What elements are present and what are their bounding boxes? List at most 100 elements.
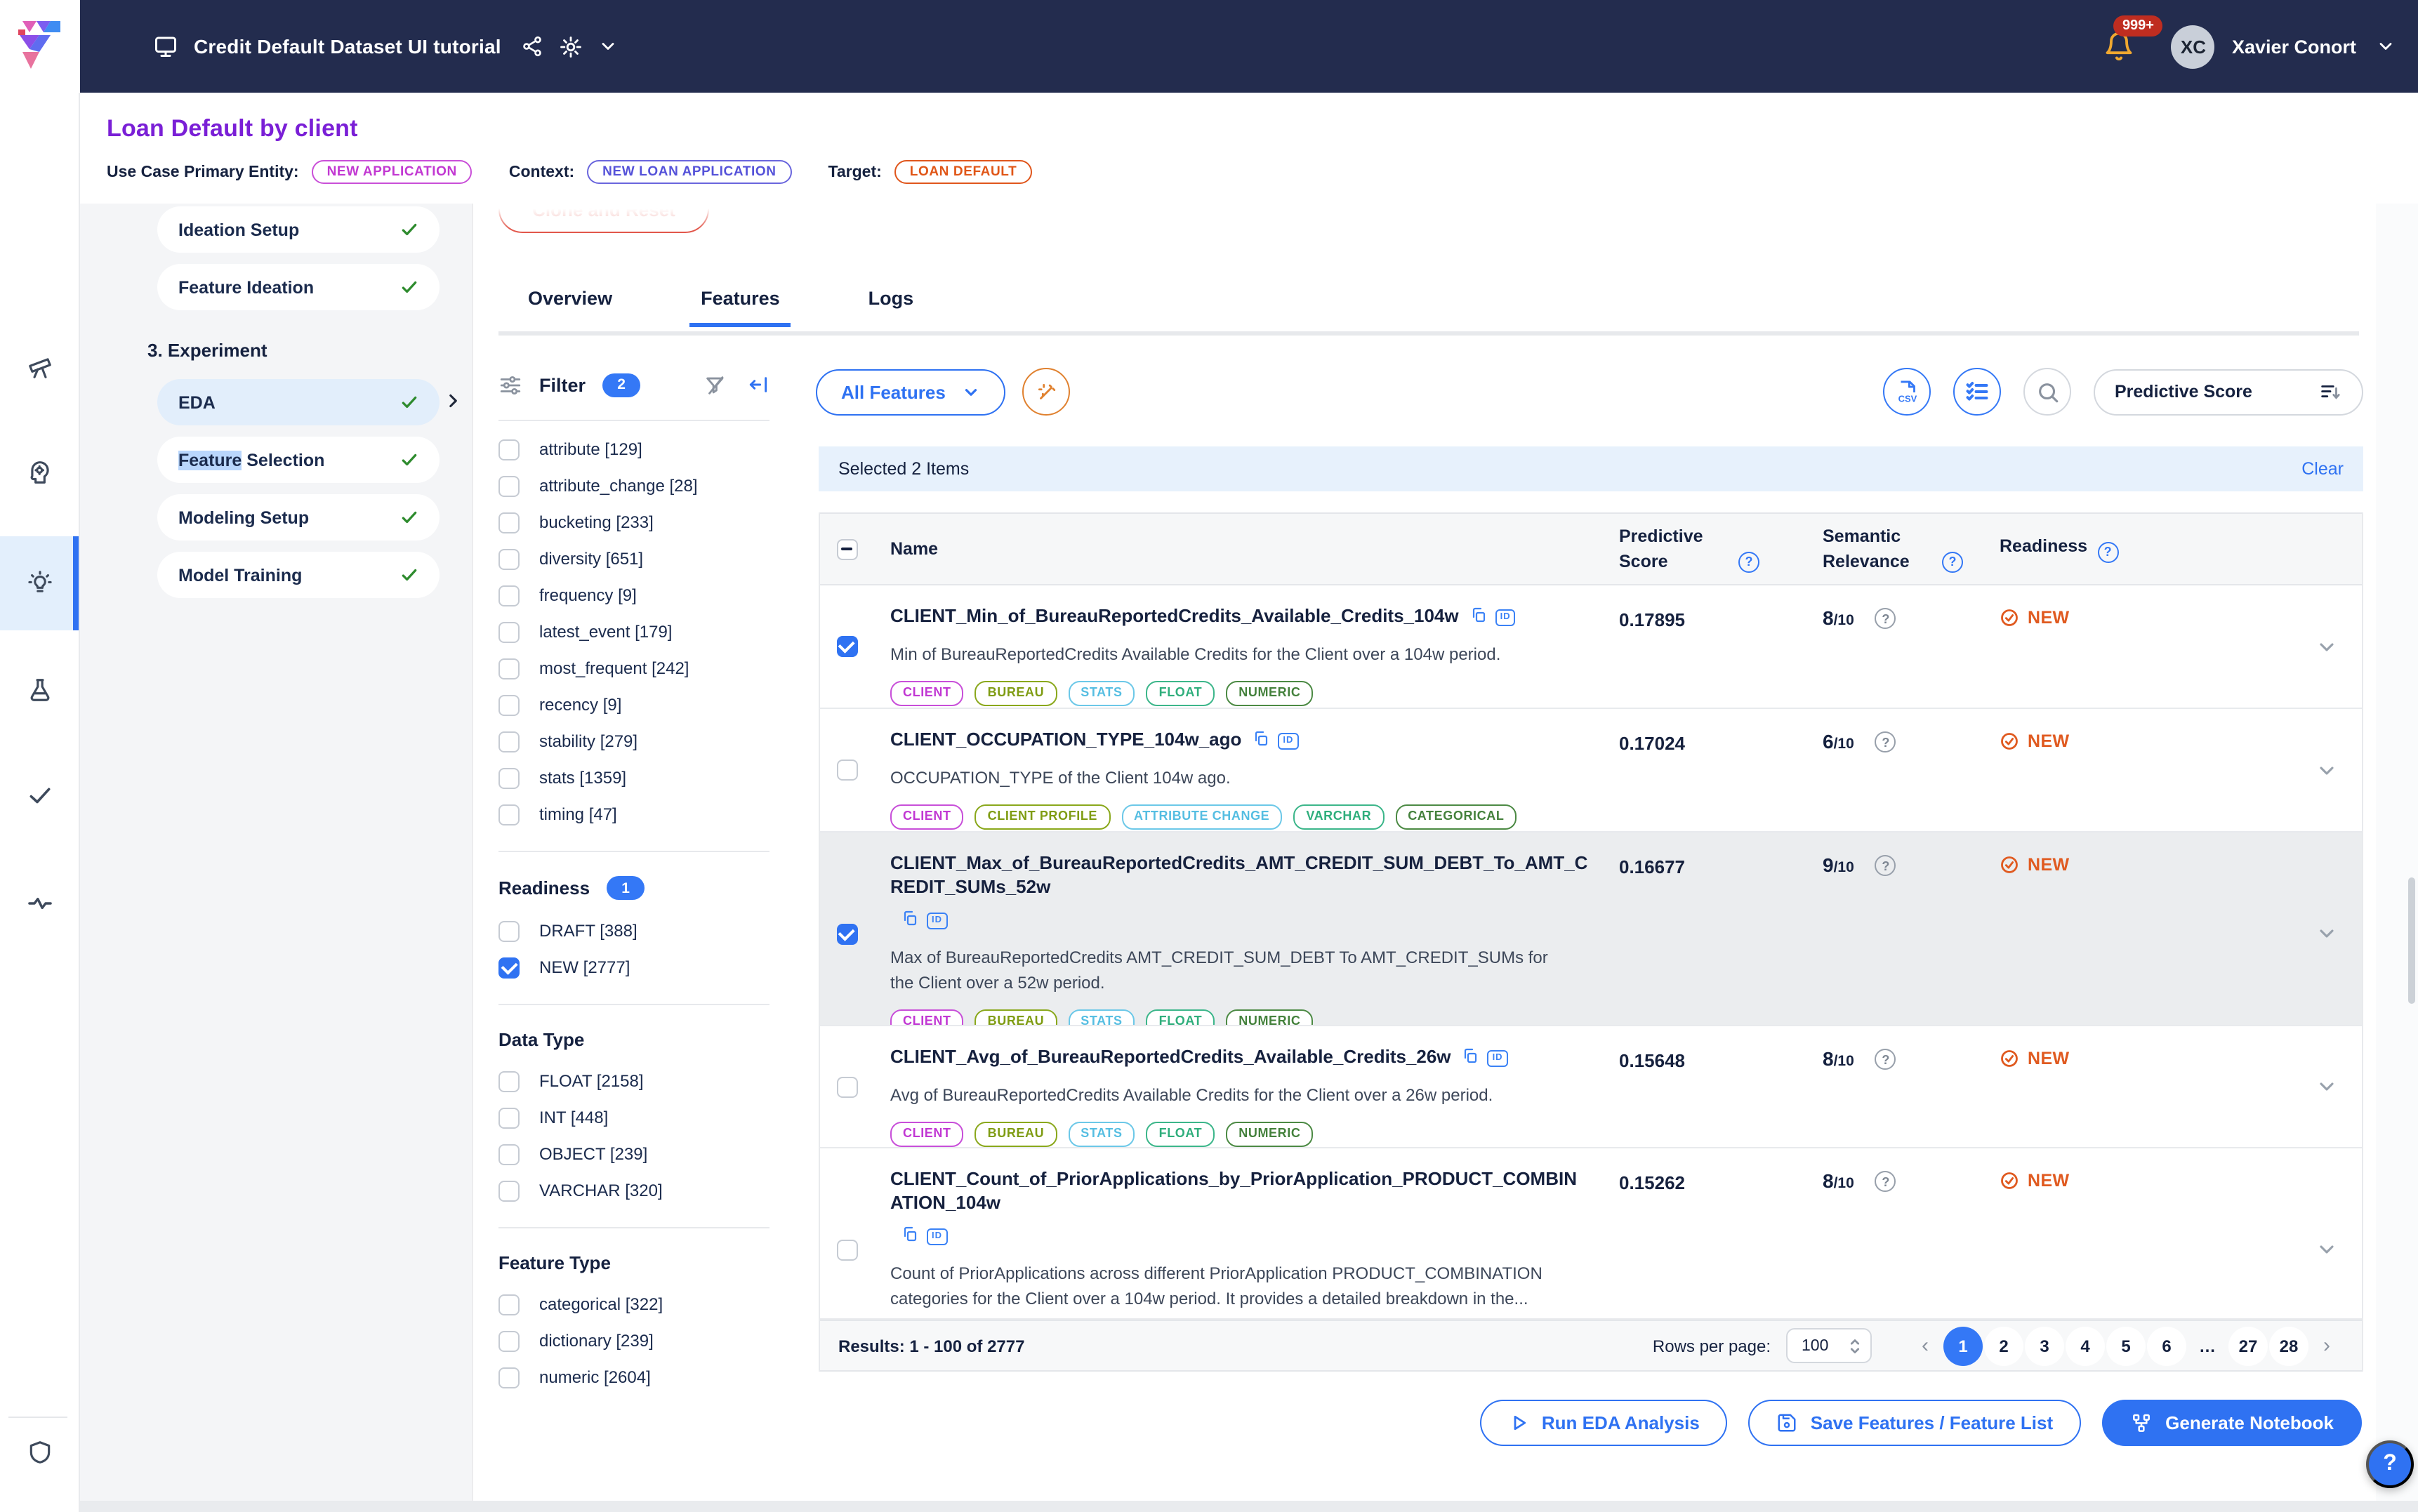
telescope-icon[interactable] [0,343,79,390]
next-page-button[interactable]: › [2310,1326,2344,1365]
help-icon[interactable]: ? [1738,552,1759,573]
previous-page-button[interactable]: ‹ [1908,1326,1942,1365]
collapse-filter-icon[interactable] [747,373,769,396]
filter-checkbox[interactable] [498,1294,520,1315]
copy-icon[interactable] [901,1224,918,1249]
filter-checkbox[interactable] [498,1367,520,1388]
id-icon[interactable]: ID [1495,610,1516,627]
filter-checkbox[interactable] [498,439,520,460]
page-button-3[interactable]: 3 [2025,1326,2064,1365]
id-icon[interactable]: ID [1278,734,1298,750]
filter-option[interactable]: numeric [2604] [498,1359,769,1395]
filter-option[interactable]: attribute [129] [498,431,769,467]
id-icon[interactable]: ID [1488,1051,1508,1068]
chevron-right-icon[interactable] [444,392,462,410]
shield-icon[interactable] [0,1428,79,1475]
filter-option[interactable]: OBJECT [239] [498,1136,769,1172]
copy-icon[interactable] [1253,730,1269,754]
clear-filters-icon[interactable] [703,373,727,397]
sidebar-item-eda[interactable]: EDA [157,379,440,425]
filter-option[interactable]: INT [448] [498,1099,769,1136]
filter-option[interactable]: FLOAT [2158] [498,1063,769,1099]
avatar[interactable]: XC [2172,25,2215,68]
copy-icon[interactable] [1470,606,1487,630]
clone-and-reset-button[interactable]: Clone and Reset [498,204,709,233]
filter-checkbox[interactable] [498,1107,520,1128]
export-csv-button[interactable]: CSV [1883,368,1931,416]
run-eda-analysis-button[interactable]: Run EDA Analysis [1480,1400,1728,1446]
filter-checkbox[interactable] [498,694,520,715]
id-icon[interactable]: ID [927,1228,947,1245]
clear-selection-link[interactable]: Clear [2301,459,2344,479]
question-icon[interactable]: ? [1875,855,1896,876]
row-expand-chevron[interactable] [2290,833,2362,1026]
row-expand-chevron[interactable] [2290,709,2362,831]
help-icon[interactable]: ? [1942,552,1963,573]
filter-option[interactable]: DRAFT [388] [498,913,769,949]
table-row[interactable]: CLIENT_Min_of_BureauReportedCredits_Avai… [820,585,2362,709]
table-row[interactable]: CLIENT_Count_of_PriorApplications_by_Pri… [820,1148,2362,1320]
row-expand-chevron[interactable] [2290,585,2362,708]
feature-scope-dropdown[interactable]: All Features [816,369,1006,415]
feature-checkbox[interactable] [836,760,857,781]
row-expand-chevron[interactable] [2290,1026,2362,1148]
tab-logs[interactable]: Logs [857,288,925,327]
filter-option[interactable]: latest_event [179] [498,614,769,650]
user-name[interactable]: Xavier Conort [2232,36,2356,57]
filter-checkbox[interactable] [498,1330,520,1351]
filter-checkbox[interactable] [498,1143,520,1165]
filter-option[interactable]: recency [9] [498,687,769,723]
filter-checkbox[interactable] [498,658,520,679]
notifications-bell[interactable]: 999+ [2104,31,2135,62]
filter-checkbox[interactable] [498,767,520,788]
generate-notebook-button[interactable]: Generate Notebook [2102,1400,2362,1446]
filter-checkbox[interactable] [498,804,520,825]
feature-checkbox[interactable] [836,636,857,657]
page-button-1[interactable]: 1 [1943,1326,1983,1365]
activity-icon[interactable] [0,879,79,927]
copy-icon[interactable] [1462,1047,1479,1071]
feature-checkbox[interactable] [836,923,857,944]
save-features-button[interactable]: Save Features / Feature List [1749,1400,2081,1446]
filter-option[interactable]: bucketing [233] [498,504,769,541]
page-button-5[interactable]: 5 [2106,1326,2146,1365]
filter-checkbox[interactable] [498,1070,520,1092]
select-all-checkbox[interactable] [836,538,857,559]
copy-icon[interactable] [901,908,918,934]
feature-checkbox[interactable] [836,1239,857,1260]
filter-option[interactable]: timing [47] [498,796,769,833]
filter-option[interactable]: frequency [9] [498,577,769,614]
filter-checkbox[interactable] [498,957,520,978]
row-expand-chevron[interactable] [2290,1148,2362,1320]
scrollbar-thumb[interactable] [2408,877,2415,1004]
checklist-button[interactable] [1953,368,2001,416]
help-button[interactable]: ? [2366,1440,2414,1488]
sidebar-item-ideation-setup[interactable]: Ideation Setup [157,206,440,253]
table-row[interactable]: CLIENT_Max_of_BureauReportedCredits_AMT_… [820,833,2362,1026]
question-icon[interactable]: ? [1875,608,1896,629]
filter-checkbox[interactable] [498,621,520,642]
filter-checkbox[interactable] [498,585,520,606]
filter-checkbox[interactable] [498,731,520,752]
filter-option[interactable]: stability [279] [498,723,769,760]
sidebar-item-feature-selection[interactable]: Feature Selection [157,437,440,483]
filter-option[interactable]: categorical [322] [498,1286,769,1322]
magic-wand-button[interactable] [1023,368,1071,416]
question-icon[interactable]: ? [1875,731,1896,752]
user-menu-chevron-icon[interactable] [2376,37,2396,56]
id-icon[interactable]: ID [927,913,947,929]
page-button-6[interactable]: 6 [2147,1326,2186,1365]
filter-option[interactable]: diversity [651] [498,541,769,577]
filter-option[interactable]: stats [1359] [498,760,769,796]
filter-option[interactable]: most_frequent [242] [498,650,769,687]
tab-overview[interactable]: Overview [517,288,623,327]
filter-option[interactable]: dictionary [239] [498,1322,769,1359]
sidebar-item-feature-ideation[interactable]: Feature Ideation [157,264,440,310]
lightbulb-icon[interactable] [0,559,79,606]
table-row[interactable]: CLIENT_Avg_of_BureauReportedCredits_Avai… [820,1026,2362,1148]
filter-option[interactable]: NEW [2777] [498,949,769,986]
page-button-27[interactable]: 27 [2228,1326,2268,1365]
filter-option[interactable]: attribute_change [28] [498,467,769,504]
page-button-28[interactable]: 28 [2269,1326,2308,1365]
table-row[interactable]: CLIENT_OCCUPATION_TYPE_104w_agoIDOCCUPAT… [820,709,2362,833]
